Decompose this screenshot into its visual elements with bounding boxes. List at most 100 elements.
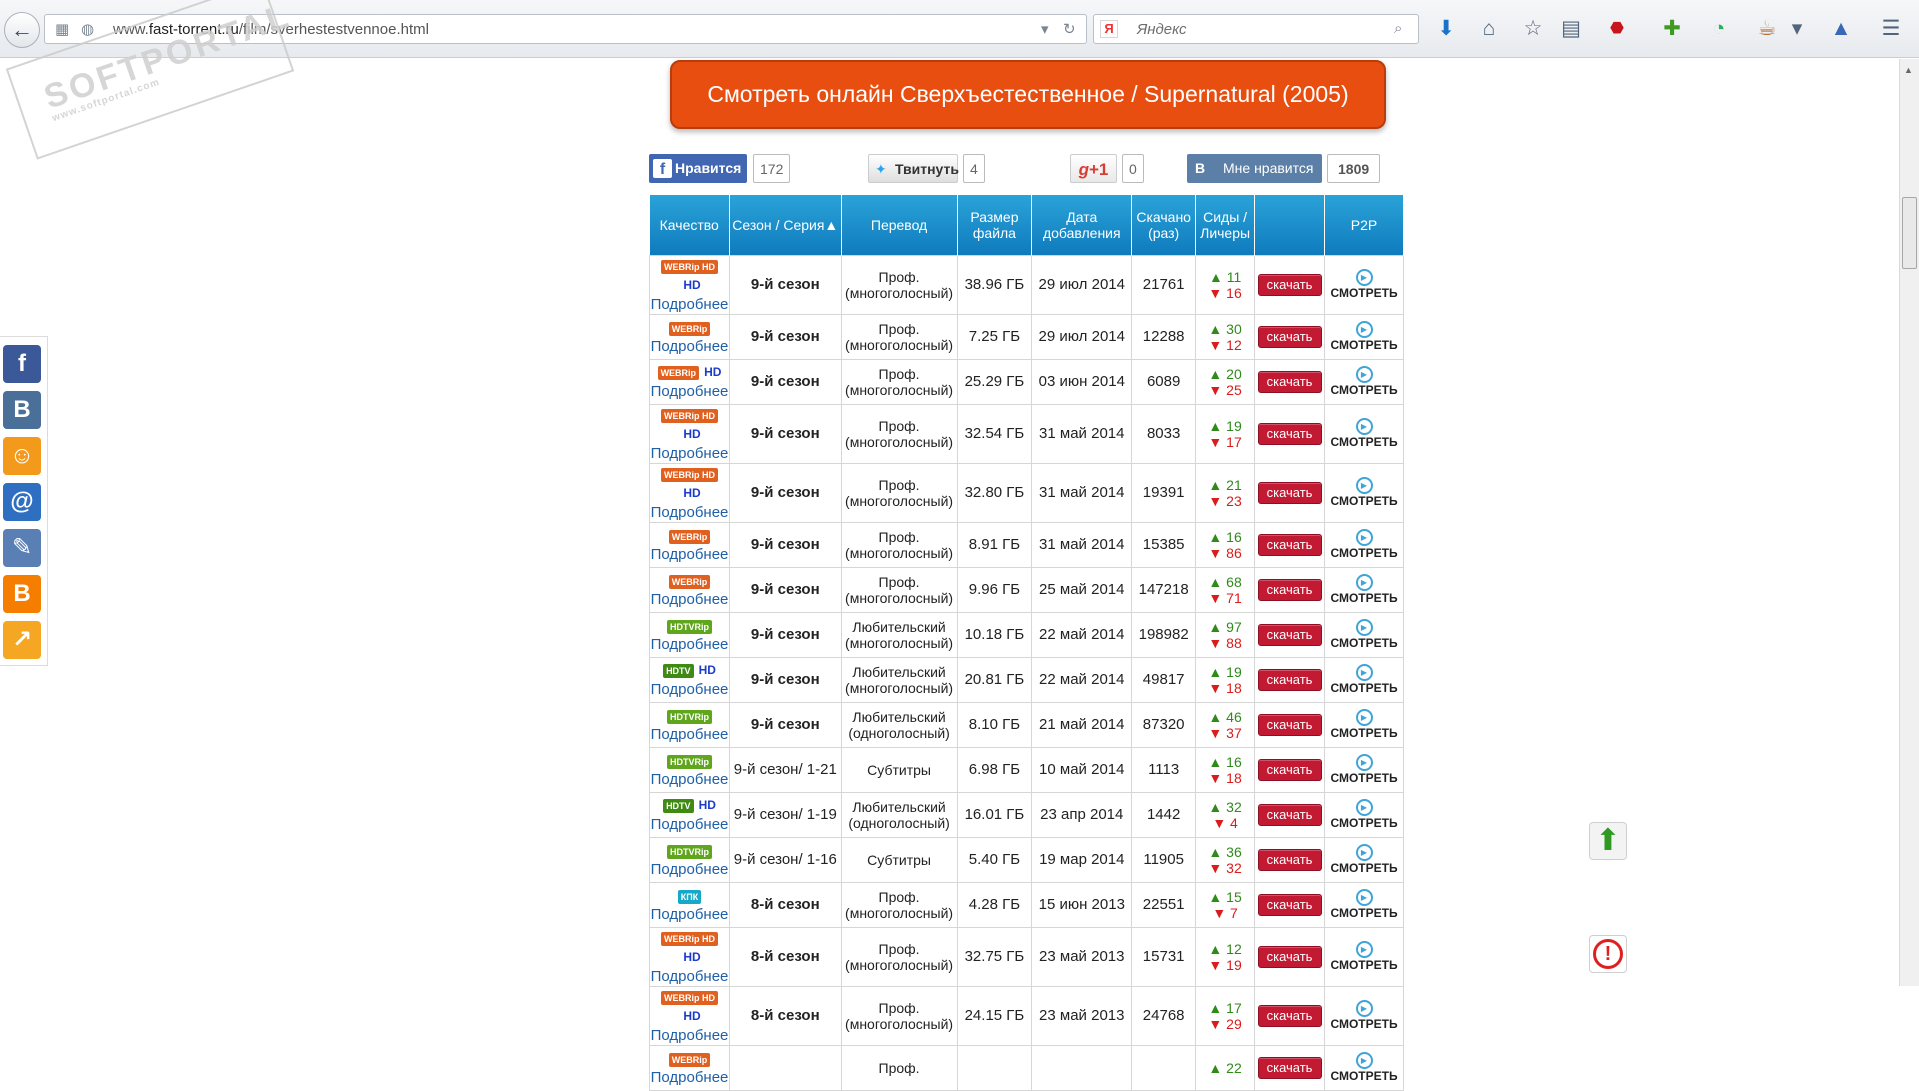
download-icon[interactable]: ⬇ <box>1433 16 1459 42</box>
share-more-icon[interactable]: ↗ <box>3 621 41 659</box>
download-button[interactable]: скачать <box>1257 481 1322 504</box>
facebook-share-icon[interactable]: f <box>3 345 41 383</box>
header-date[interactable]: Дата добавления <box>1031 195 1133 255</box>
details-link[interactable]: Подробнее <box>651 383 729 400</box>
watch-link[interactable]: СМОТРЕТЬ <box>1330 286 1397 300</box>
play-icon[interactable]: ▶ <box>1355 941 1373 958</box>
watch-link[interactable]: СМОТРЕТЬ <box>1330 338 1397 352</box>
download-button[interactable]: скачать <box>1257 623 1322 646</box>
details-link[interactable]: Подробнее <box>651 861 729 878</box>
watch-link[interactable]: СМОТРЕТЬ <box>1330 435 1397 449</box>
details-link[interactable]: Подробнее <box>651 445 729 462</box>
details-link[interactable]: Подробнее <box>651 636 729 653</box>
play-icon[interactable]: ▶ <box>1355 321 1373 338</box>
scroll-up-icon[interactable]: ▲ <box>1904 65 1913 75</box>
watch-link[interactable]: СМОТРЕТЬ <box>1330 1017 1397 1031</box>
details-link[interactable]: Подробнее <box>651 681 729 698</box>
search-icon[interactable]: ⌕ <box>1394 20 1402 37</box>
report-error-button[interactable]: ! <box>1589 935 1627 973</box>
search-bar[interactable]: Я Яндекс ⌕ <box>1093 14 1419 44</box>
download-button[interactable]: скачать <box>1257 668 1322 691</box>
reload-icon[interactable]: ↻ <box>1063 20 1076 38</box>
upload-icon[interactable]: ▲ <box>1828 16 1854 42</box>
play-icon[interactable]: ▶ <box>1355 709 1373 726</box>
mailru-share-icon[interactable]: @ <box>3 483 41 521</box>
watch-online-button[interactable]: Смотреть онлайн Сверхъестественное / Sup… <box>670 60 1386 129</box>
menu-dropdown-icon[interactable]: ▾ <box>1784 16 1810 42</box>
play-icon[interactable]: ▶ <box>1355 477 1373 494</box>
home-icon[interactable]: ⌂ <box>1476 16 1502 42</box>
download-button[interactable]: скачать <box>1257 533 1322 556</box>
details-link[interactable]: Подробнее <box>651 771 729 788</box>
watch-link[interactable]: СМОТРЕТЬ <box>1330 816 1397 830</box>
play-icon[interactable]: ▶ <box>1355 529 1373 546</box>
download-button[interactable]: скачать <box>1257 325 1322 348</box>
watch-link[interactable]: СМОТРЕТЬ <box>1330 681 1397 695</box>
header-size[interactable]: Размер файла <box>957 195 1033 255</box>
download-button[interactable]: скачать <box>1257 1056 1322 1079</box>
odnoklassniki-share-icon[interactable]: ☺ <box>3 437 41 475</box>
play-icon[interactable]: ▶ <box>1355 269 1373 286</box>
details-link[interactable]: Подробнее <box>651 1027 729 1044</box>
bookmark-star-icon[interactable]: ☆ <box>1520 16 1546 42</box>
download-button[interactable]: скачать <box>1257 848 1322 871</box>
library-icon[interactable]: ▦ <box>55 20 69 38</box>
details-link[interactable]: Подробнее <box>651 591 729 608</box>
play-icon[interactable]: ▶ <box>1355 799 1373 816</box>
download-button[interactable]: скачать <box>1257 1004 1322 1027</box>
adblock-icon[interactable]: ⬣ <box>1604 16 1630 42</box>
gplus-button[interactable]: g+1 <box>1070 154 1117 183</box>
watch-link[interactable]: СМОТРЕТЬ <box>1330 1069 1397 1083</box>
tweet-button[interactable]: ✦ Твитнуть <box>868 154 959 183</box>
play-icon[interactable]: ▶ <box>1355 418 1373 435</box>
watch-link[interactable]: СМОТРЕТЬ <box>1330 771 1397 785</box>
download-button[interactable]: скачать <box>1257 370 1322 393</box>
play-icon[interactable]: ▶ <box>1355 366 1373 383</box>
watch-link[interactable]: СМОТРЕТЬ <box>1330 383 1397 397</box>
page-scrollbar[interactable]: ▲ <box>1899 59 1919 986</box>
play-icon[interactable]: ▶ <box>1355 574 1373 591</box>
yandex-icon[interactable]: Я <box>1100 20 1118 38</box>
details-link[interactable]: Подробнее <box>651 968 729 985</box>
extension-icon[interactable]: ✚ <box>1659 16 1685 42</box>
play-icon[interactable]: ▶ <box>1355 619 1373 636</box>
vk-share-icon[interactable]: B <box>3 391 41 429</box>
play-icon[interactable]: ▶ <box>1355 754 1373 771</box>
watch-link[interactable]: СМОТРЕТЬ <box>1330 494 1397 508</box>
download-button[interactable]: скачать <box>1257 578 1322 601</box>
hamburger-menu-icon[interactable]: ☰ <box>1878 16 1904 42</box>
download-button[interactable]: скачать <box>1257 803 1322 826</box>
watch-link[interactable]: СМОТРЕТЬ <box>1330 591 1397 605</box>
details-link[interactable]: Подробнее <box>651 338 729 355</box>
details-link[interactable]: Подробнее <box>651 296 729 313</box>
details-link[interactable]: Подробнее <box>651 816 729 833</box>
details-link[interactable]: Подробнее <box>651 546 729 563</box>
play-icon[interactable]: ▶ <box>1355 664 1373 681</box>
download-button[interactable]: скачать <box>1257 893 1322 916</box>
play-icon[interactable]: ▶ <box>1355 1000 1373 1017</box>
watch-link[interactable]: СМОТРЕТЬ <box>1330 546 1397 560</box>
watch-link[interactable]: СМОТРЕТЬ <box>1330 861 1397 875</box>
details-link[interactable]: Подробнее <box>651 906 729 923</box>
scroll-thumb[interactable] <box>1902 197 1917 269</box>
play-icon[interactable]: ▶ <box>1355 889 1373 906</box>
livejournal-share-icon[interactable]: ✎ <box>3 529 41 567</box>
back-button[interactable]: ← <box>4 12 40 48</box>
details-link[interactable]: Подробнее <box>651 1069 729 1086</box>
reading-list-icon[interactable]: ▤ <box>1558 16 1584 42</box>
blogger-share-icon[interactable]: B <box>3 575 41 613</box>
header-seeds[interactable]: Сиды / Личеры <box>1195 195 1256 255</box>
search-input[interactable]: Яндекс <box>1137 21 1187 38</box>
download-button[interactable]: скачать <box>1257 945 1322 968</box>
download-button[interactable]: скачать <box>1257 758 1322 781</box>
watch-link[interactable]: СМОТРЕТЬ <box>1330 958 1397 972</box>
watch-link[interactable]: СМОТРЕТЬ <box>1330 636 1397 650</box>
scroll-to-top-button[interactable]: ⬆ <box>1589 822 1627 860</box>
play-icon[interactable]: ▶ <box>1355 844 1373 861</box>
facebook-like-button[interactable]: f Нравится <box>649 154 747 183</box>
download-button[interactable]: скачать <box>1257 713 1322 736</box>
download-button[interactable]: скачать <box>1257 422 1322 445</box>
header-season[interactable]: Сезон / Серия▲ <box>729 195 842 255</box>
download-button[interactable]: скачать <box>1257 273 1322 296</box>
dropdown-arrow-icon[interactable]: ▾ <box>1041 20 1049 38</box>
